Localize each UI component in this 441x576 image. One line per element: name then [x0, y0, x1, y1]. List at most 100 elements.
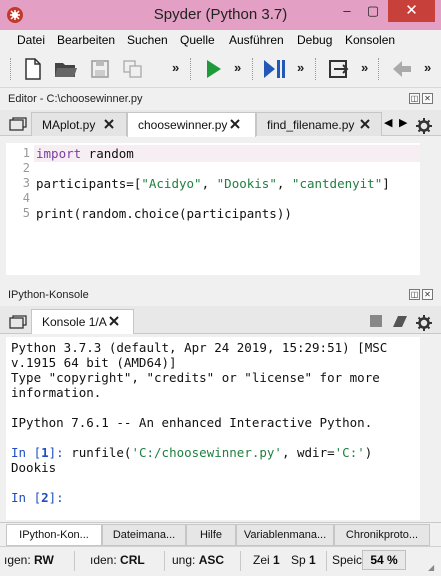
prompt: ]:	[48, 490, 64, 505]
save-all-icon[interactable]	[120, 56, 146, 82]
tab-maplot[interactable]: MAplot.py	[31, 112, 127, 136]
save-icon[interactable]	[87, 56, 113, 82]
minimize-button[interactable]: –	[334, 0, 360, 22]
tab-label: choosewinner.py	[138, 118, 228, 132]
column-status: Sp 1	[291, 553, 316, 567]
keyword: import	[36, 146, 82, 161]
status-value: 1	[309, 553, 316, 567]
console-pane-title: IPython-Konsole	[8, 289, 89, 301]
browse-tabs-icon[interactable]	[9, 315, 27, 332]
line-number: 3	[22, 176, 30, 190]
prompt-number: 2	[41, 490, 49, 505]
toolbar-more-icon[interactable]: »	[172, 60, 179, 75]
toolbar-grip[interactable]	[378, 58, 381, 80]
status-label: ıden:	[90, 553, 117, 567]
eraser-icon[interactable]	[392, 315, 408, 331]
toolbar-more-icon[interactable]: »	[361, 60, 368, 75]
status-bar: ıgen: RW ıden: CRL ung: ASC Zei 1 Sp 1 S…	[0, 546, 441, 576]
code-text: ,	[276, 176, 292, 191]
tab-label: find_filename.py	[267, 118, 355, 132]
toolbar-grip[interactable]	[315, 58, 318, 80]
divider	[240, 551, 241, 571]
toolbar-grip[interactable]	[190, 58, 193, 80]
toolbar-more-icon[interactable]: »	[297, 60, 304, 75]
tab-find-filename[interactable]: find_filename.py	[256, 112, 382, 136]
toolbar-more-icon[interactable]: »	[424, 60, 431, 75]
pane-splitter[interactable]	[0, 277, 441, 285]
stop-icon[interactable]	[370, 315, 382, 327]
divider	[164, 551, 165, 571]
code-editor[interactable]: 1 2 3 4 5 import random participants=["A…	[6, 143, 420, 275]
menu-ausfuehren[interactable]: Ausführen	[229, 33, 284, 47]
undock-icon[interactable]: ◫	[409, 93, 420, 104]
status-value: ASC	[198, 553, 225, 567]
close-tab-icon[interactable]	[229, 118, 241, 130]
tab-label: Konsole 1/A	[42, 315, 107, 329]
code-text: )	[364, 445, 373, 460]
menu-quelle[interactable]: Quelle	[180, 33, 215, 47]
console-input-2: In [2]:	[11, 490, 64, 505]
code-text: ]	[382, 176, 390, 191]
toolbar-grip[interactable]	[10, 58, 13, 80]
status-label: ung:	[172, 553, 196, 567]
toolbar: » » » » »	[0, 50, 441, 88]
console-scrollbar[interactable]	[420, 337, 435, 520]
exit-icon[interactable]	[326, 56, 352, 82]
undock-icon[interactable]: ◫	[409, 289, 420, 300]
close-tab-icon[interactable]	[103, 118, 115, 130]
string-literal: "cantdenyit"	[291, 176, 383, 191]
menu-bearbeiten[interactable]: Bearbeiten	[57, 33, 115, 47]
open-folder-icon[interactable]	[53, 56, 79, 82]
code-text: ,	[201, 176, 217, 191]
console-line: Python 3.7.3 (default, Apr 24 2019, 15:2…	[11, 340, 388, 355]
tab-scroll-right-icon[interactable]: ▶	[399, 116, 407, 129]
resize-grip-icon[interactable]: ◢	[428, 563, 434, 572]
menu-bar: Datei Bearbeiten Suchen Quelle Ausführen…	[0, 30, 441, 50]
divider	[326, 551, 327, 571]
tab-choosewinner[interactable]: choosewinner.py	[127, 112, 256, 137]
tab-history-log[interactable]: Chronikproto...	[334, 524, 430, 546]
menu-konsolen[interactable]: Konsolen	[345, 33, 395, 47]
console-tabbar: Konsole 1/A	[0, 306, 441, 334]
gear-icon[interactable]	[416, 118, 432, 137]
ipython-console[interactable]: Python 3.7.3 (default, Apr 24 2019, 15:2…	[6, 337, 420, 520]
editor-scrollbar[interactable]	[420, 143, 435, 275]
tab-file-explorer[interactable]: Dateimana...	[102, 524, 186, 546]
tab-variable-explorer[interactable]: Variablenmana...	[236, 524, 334, 546]
browse-tabs-icon[interactable]	[9, 117, 27, 134]
tab-help[interactable]: Hilfe	[186, 524, 236, 546]
string-literal: "Acidyo"	[141, 176, 202, 191]
divider	[74, 551, 75, 571]
code-line-3: participants=["Acidyo", "Dookis", "cantd…	[36, 176, 390, 191]
tab-ipython-console[interactable]: IPython-Kon...	[6, 524, 102, 546]
menu-suchen[interactable]: Suchen	[127, 33, 168, 47]
back-arrow-icon[interactable]	[389, 56, 415, 82]
string-literal: 'C:'	[334, 445, 365, 460]
close-tab-icon[interactable]	[359, 118, 371, 130]
toolbar-grip[interactable]	[252, 58, 255, 80]
line-status: Zei 1	[253, 553, 280, 567]
gear-icon[interactable]	[416, 315, 432, 334]
toolbar-more-icon[interactable]: »	[234, 60, 241, 75]
prompt: In [	[11, 445, 42, 460]
debug-icon[interactable]	[261, 56, 287, 82]
menu-datei[interactable]: Datei	[17, 33, 45, 47]
tab-scroll-left-icon[interactable]: ◀	[384, 116, 392, 129]
close-button[interactable]: ✕	[388, 0, 435, 22]
run-icon[interactable]	[200, 56, 226, 82]
status-label: ıgen:	[4, 553, 31, 567]
close-tab-icon[interactable]	[108, 315, 120, 327]
menu-debug[interactable]: Debug	[297, 33, 332, 47]
tab-konsole[interactable]: Konsole 1/A	[31, 309, 134, 334]
title-bar: Spyder (Python 3.7) – ▢ ✕	[0, 0, 441, 30]
close-pane-icon[interactable]: ✕	[422, 93, 433, 104]
new-file-icon[interactable]	[20, 56, 46, 82]
code-text: print(random.choice(participants))	[36, 206, 292, 221]
close-pane-icon[interactable]: ✕	[422, 289, 433, 300]
code-text: runfile(	[71, 445, 132, 460]
maximize-button[interactable]: ▢	[360, 0, 386, 22]
line-number: 2	[22, 161, 30, 175]
status-label: Zei	[253, 553, 270, 567]
prompt: ]:	[48, 445, 72, 460]
console-output: Dookis	[11, 460, 57, 475]
